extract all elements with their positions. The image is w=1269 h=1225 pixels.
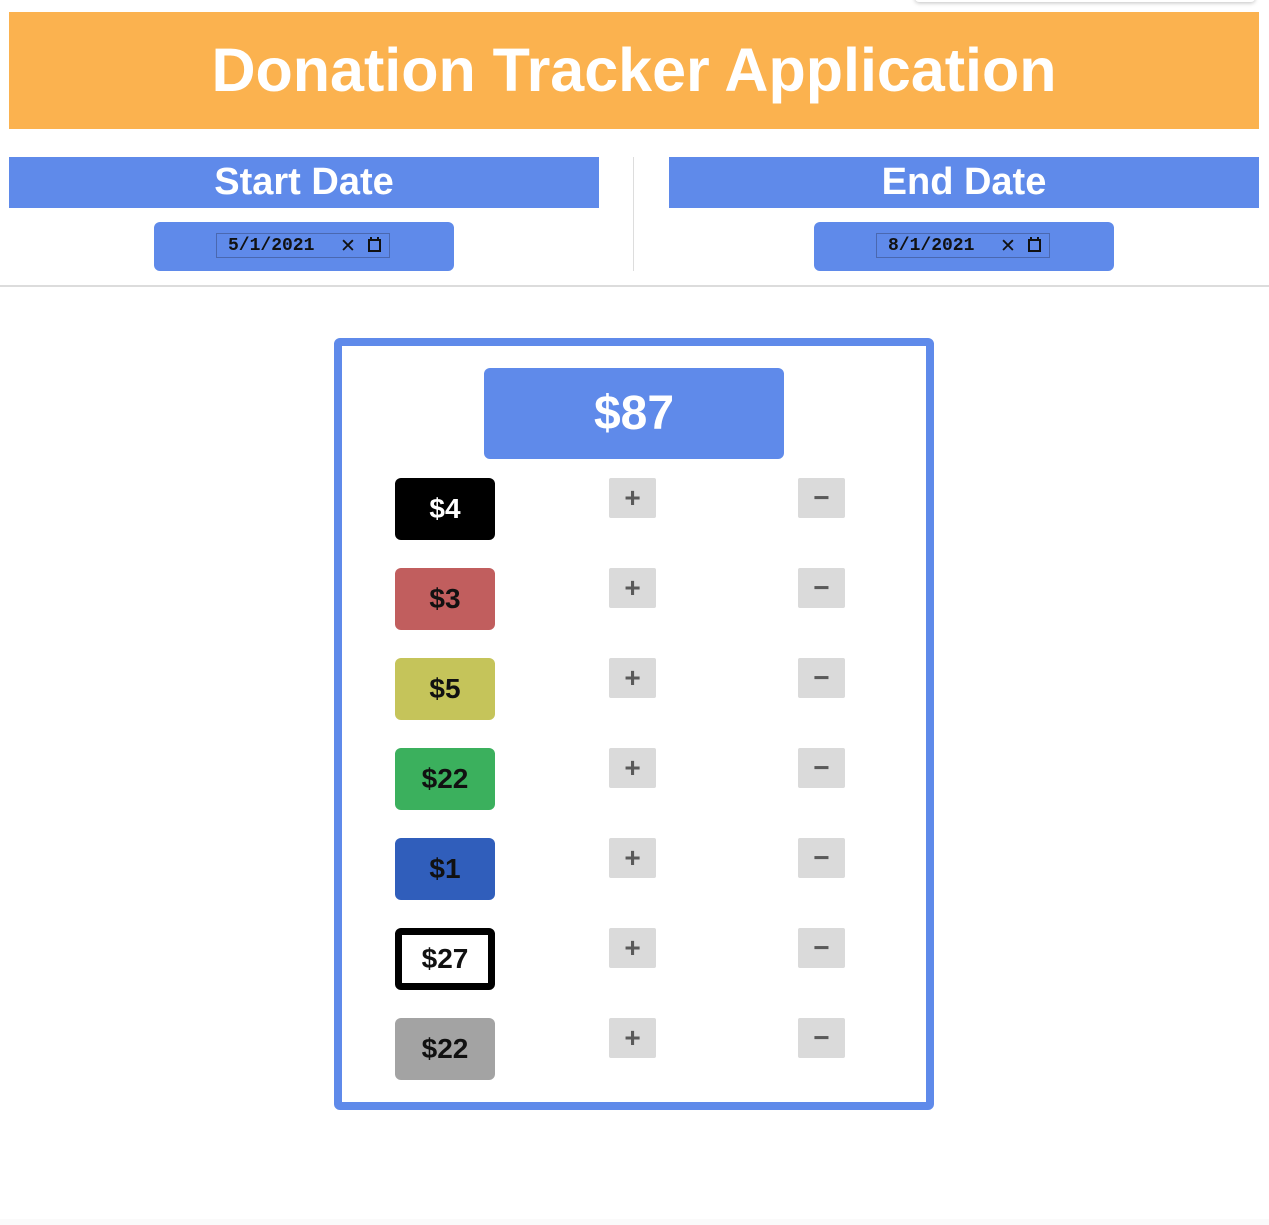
- start-date-value: 5/1/2021: [228, 235, 315, 256]
- app-title: Donation Tracker Application: [9, 12, 1259, 129]
- donation-amount: $22: [395, 748, 495, 810]
- donation-row: $1 + −: [342, 838, 926, 900]
- donation-row: $27 + −: [342, 928, 926, 990]
- end-date-label: End Date: [669, 157, 1259, 208]
- donation-total: $87: [484, 368, 784, 459]
- increment-button[interactable]: +: [609, 838, 656, 878]
- start-date-container: 5/1/2021 ✕: [154, 222, 454, 271]
- decrement-button[interactable]: −: [798, 568, 845, 608]
- donation-tracker-panel: $87 $4 + − $3 + − $5 + − $22 + − $1 + − $27 + − $22 + −: [334, 338, 934, 1110]
- end-date-container: 8/1/2021 ✕: [814, 222, 1114, 271]
- start-date-label: Start Date: [9, 157, 599, 208]
- decrement-button[interactable]: −: [798, 748, 845, 788]
- section-divider: [0, 285, 1269, 287]
- donation-amount: $5: [395, 658, 495, 720]
- end-date-value: 8/1/2021: [888, 235, 975, 256]
- increment-button[interactable]: +: [609, 1018, 656, 1058]
- donation-row: $22 + −: [342, 748, 926, 810]
- decrement-button[interactable]: −: [798, 1018, 845, 1058]
- increment-button[interactable]: +: [609, 928, 656, 968]
- decrement-button[interactable]: −: [798, 478, 845, 518]
- date-divider: [633, 157, 634, 271]
- calendar-icon[interactable]: [368, 237, 381, 252]
- donation-amount: $4: [395, 478, 495, 540]
- donation-row: $4 + −: [342, 478, 926, 540]
- decrement-button[interactable]: −: [798, 838, 845, 878]
- donation-row: $5 + −: [342, 658, 926, 720]
- calendar-icon[interactable]: [1028, 237, 1041, 252]
- increment-button[interactable]: +: [609, 748, 656, 788]
- donation-amount: $1: [395, 838, 495, 900]
- decrement-button[interactable]: −: [798, 928, 845, 968]
- end-date-input[interactable]: 8/1/2021 ✕: [876, 233, 1050, 258]
- clear-icon[interactable]: ✕: [996, 235, 1020, 257]
- increment-button[interactable]: +: [609, 658, 656, 698]
- donation-row: $3 + −: [342, 568, 926, 630]
- clear-icon[interactable]: ✕: [336, 235, 360, 257]
- increment-button[interactable]: +: [609, 478, 656, 518]
- donation-amount: $27: [395, 928, 495, 990]
- donation-amount: $3: [395, 568, 495, 630]
- footer-strip: [0, 1219, 1269, 1225]
- start-date-input[interactable]: 5/1/2021 ✕: [216, 233, 390, 258]
- donation-row: $22 + −: [342, 1018, 926, 1080]
- decrement-button[interactable]: −: [798, 658, 845, 698]
- donation-amount: $22: [395, 1018, 495, 1080]
- increment-button[interactable]: +: [609, 568, 656, 608]
- top-popup-edge: [915, 0, 1255, 2]
